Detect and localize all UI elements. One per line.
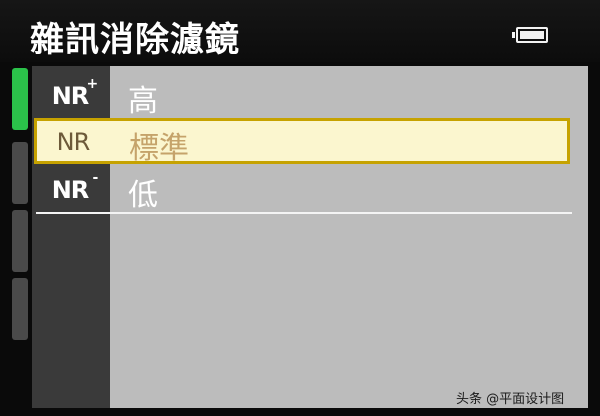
tab-4[interactable] — [12, 278, 28, 340]
tab-1[interactable] — [12, 68, 28, 130]
menu-item-label: 標準 — [129, 131, 189, 166]
battery-icon — [512, 27, 548, 43]
menu-item-standard[interactable]: NR 標準 — [34, 118, 570, 166]
menu-item-label: 高 — [128, 84, 158, 119]
menu-tab-strip — [12, 68, 30, 408]
nr-low-icon: NR - — [51, 170, 99, 204]
menu-panel: NR + 高 NR 標準 NR - 低 — [32, 66, 588, 408]
tab-3[interactable] — [12, 210, 28, 272]
tab-2[interactable] — [12, 142, 28, 204]
divider — [36, 212, 572, 214]
menu-item-label: 低 — [128, 178, 158, 213]
menu-item-high[interactable]: NR + 高 — [32, 72, 572, 120]
page-title: 雜訊消除濾鏡 — [30, 20, 240, 60]
nr-high-icon: NR + — [51, 76, 99, 110]
watermark-text: 头条 @平面设计图 — [456, 392, 565, 407]
menu-item-low[interactable]: NR - 低 — [32, 166, 572, 214]
nr-standard-icon: NR — [56, 128, 91, 156]
title-bar: 雜訊消除濾鏡 — [0, 0, 600, 62]
